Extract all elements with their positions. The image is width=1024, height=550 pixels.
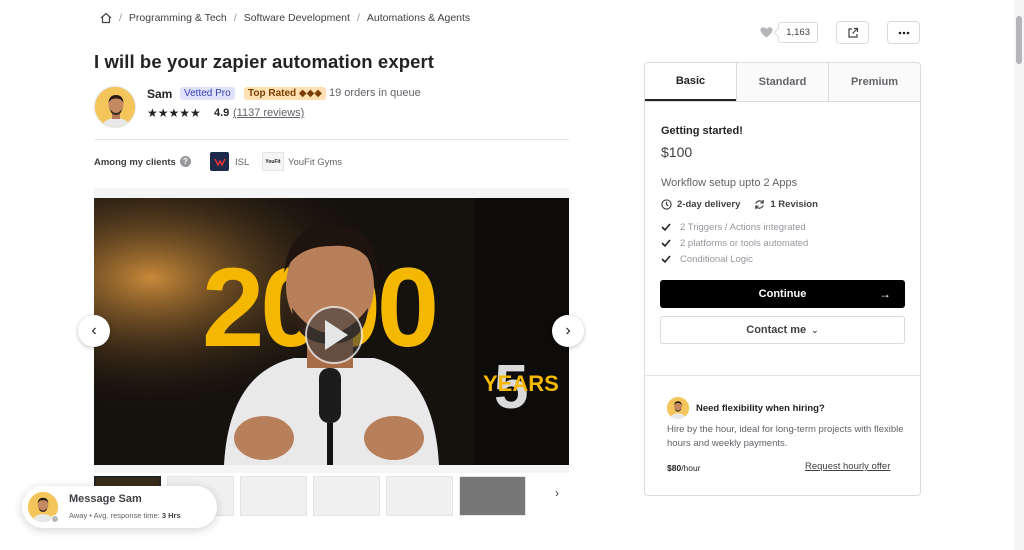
home-icon[interactable] bbox=[100, 12, 112, 24]
check-icon bbox=[661, 239, 671, 248]
continue-label: Continue bbox=[758, 288, 807, 300]
share-icon bbox=[847, 27, 858, 38]
video-thumbnail: 2000 5 YEARS bbox=[94, 198, 569, 465]
scrollbar-thumb[interactable] bbox=[1016, 16, 1022, 64]
package-tabs: Basic Standard Premium bbox=[645, 63, 920, 102]
check-icon bbox=[661, 223, 671, 232]
thumbnail[interactable] bbox=[386, 476, 453, 516]
client-isl-name: ISL bbox=[235, 157, 250, 168]
orders-in-queue: 19 orders in queue bbox=[329, 87, 421, 99]
seller-name[interactable]: Sam bbox=[147, 87, 172, 101]
youfit-logo-icon: YouFit bbox=[262, 152, 284, 171]
package-features: 2 Triggers / Actions integrated 2 platfo… bbox=[661, 219, 808, 267]
more-dots-icon bbox=[898, 31, 909, 34]
check-icon bbox=[661, 255, 671, 264]
like-button[interactable]: 1,163 bbox=[760, 22, 818, 43]
share-button[interactable] bbox=[836, 21, 869, 44]
package-meta: 2-day delivery 1 Revision bbox=[661, 199, 818, 210]
thumbnail[interactable] bbox=[459, 476, 526, 516]
gig-video[interactable]: 2000 5 YEARS bbox=[94, 198, 569, 465]
gig-actions: 1,163 bbox=[760, 21, 920, 44]
thumbnail[interactable] bbox=[240, 476, 307, 516]
gallery-prev-button[interactable]: ‹ bbox=[78, 315, 110, 347]
arrow-right-icon: → bbox=[879, 287, 891, 301]
breadcrumb-separator: / bbox=[119, 12, 122, 24]
video-overlay-years: YEARS bbox=[483, 371, 559, 396]
message-seller-bubble[interactable]: Message Sam Away • Avg. response time: 3… bbox=[22, 486, 217, 528]
package-description: Workflow setup upto 2 Apps bbox=[661, 177, 798, 189]
chevron-down-icon: ⌄ bbox=[811, 324, 819, 335]
contact-me-button[interactable]: Contact me ⌄ bbox=[660, 316, 905, 344]
rating-value: 4.9 bbox=[214, 107, 230, 119]
feature-item: Conditional Logic bbox=[661, 251, 808, 267]
package-panel: Basic Standard Premium Getting started! … bbox=[644, 62, 921, 496]
isl-logo-icon bbox=[210, 152, 229, 171]
breadcrumb: / Programming & Tech / Software Developm… bbox=[100, 12, 470, 24]
thumbnails-next-icon[interactable]: › bbox=[555, 486, 559, 500]
breadcrumb-item-programming[interactable]: Programming & Tech bbox=[129, 12, 227, 24]
gallery-next-button[interactable]: › bbox=[552, 315, 584, 347]
clock-icon bbox=[661, 199, 672, 210]
breadcrumb-item-software-development[interactable]: Software Development bbox=[244, 12, 350, 24]
package-price: $100 bbox=[661, 144, 693, 160]
delivery-time: 2-day delivery bbox=[677, 199, 741, 210]
top-rated-badge: Top Rated ◆◆◆ bbox=[244, 87, 326, 100]
more-options-button[interactable] bbox=[887, 21, 920, 44]
tab-basic[interactable]: Basic bbox=[645, 63, 736, 101]
hourly-avatar bbox=[667, 397, 689, 419]
request-hourly-offer-link[interactable]: Request hourly offer bbox=[805, 461, 890, 472]
breadcrumb-separator: / bbox=[356, 12, 360, 24]
message-title: Message Sam bbox=[69, 493, 142, 505]
hourly-title: Need flexibility when hiring? bbox=[696, 403, 825, 414]
help-icon[interactable]: ? bbox=[180, 156, 191, 167]
feature-item: 2 Triggers / Actions integrated bbox=[661, 219, 808, 235]
heart-icon bbox=[760, 27, 773, 38]
response-time: 3 Hrs bbox=[161, 511, 181, 520]
thumbnail[interactable] bbox=[313, 476, 380, 516]
contact-label: Contact me bbox=[746, 324, 807, 336]
package-name: Getting started! bbox=[661, 125, 743, 137]
message-subtitle: Away • Avg. response time: 3 Hrs bbox=[69, 511, 181, 520]
breadcrumb-separator: / bbox=[233, 12, 237, 24]
hourly-rate: $80/hour bbox=[667, 463, 701, 473]
clients-label: Among my clients bbox=[94, 157, 176, 168]
client-youfit-name: YouFit Gyms bbox=[288, 157, 343, 168]
away-status-dot bbox=[51, 515, 59, 523]
reviews-link[interactable]: (1137 reviews) bbox=[233, 107, 304, 119]
response-time-label: Avg. response time: bbox=[93, 511, 160, 520]
rating-stars-icon: ★★★★★ bbox=[147, 106, 201, 120]
hourly-description: Hire by the hour, ideal for long-term pr… bbox=[667, 424, 904, 449]
panel-divider bbox=[645, 375, 920, 376]
gig-title: I will be your zapier automation expert bbox=[94, 51, 435, 72]
feature-item: 2 platforms or tools automated bbox=[661, 235, 808, 251]
divider bbox=[94, 139, 569, 140]
chevron-right-icon: › bbox=[565, 322, 571, 339]
page-scrollbar[interactable] bbox=[1014, 0, 1024, 550]
seller-avatar[interactable] bbox=[94, 86, 136, 128]
chevron-left-icon: ‹ bbox=[91, 322, 97, 339]
message-status: Away bbox=[69, 511, 88, 520]
refresh-icon bbox=[755, 199, 765, 210]
breadcrumb-item-automations[interactable]: Automations & Agents bbox=[367, 12, 470, 24]
seller-avatar-image bbox=[95, 87, 135, 127]
tab-standard[interactable]: Standard bbox=[736, 63, 828, 101]
tab-premium[interactable]: Premium bbox=[828, 63, 920, 101]
like-count: 1,163 bbox=[778, 22, 818, 43]
continue-button[interactable]: Continue → bbox=[660, 280, 905, 308]
revisions: 1 Revision bbox=[770, 199, 818, 210]
vetted-pro-badge: Vetted Pro bbox=[180, 87, 235, 100]
